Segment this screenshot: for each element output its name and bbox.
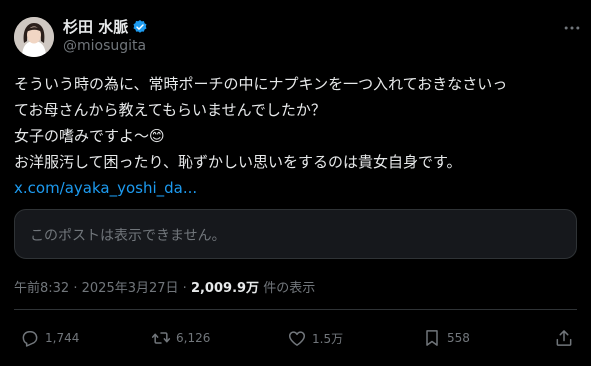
more-options-button[interactable]	[560, 18, 584, 38]
share-button[interactable]	[554, 328, 574, 348]
divider	[14, 309, 577, 310]
more-dots-icon	[564, 26, 580, 30]
quoted-post-card[interactable]: このポストは表示できません。	[14, 209, 577, 259]
author-display-name-row[interactable]: 杉田 水脈	[63, 16, 148, 37]
tweet-line: 女子の嗜みですよ〜😊	[14, 127, 165, 145]
tweet-line: お洋服汚して困ったり、恥ずかしい思いをするのは貴女自身です。	[14, 153, 462, 171]
repost-count: 6,126	[176, 331, 211, 345]
like-count: 1.5万	[312, 331, 344, 346]
repost-icon	[151, 332, 171, 344]
bookmark-button[interactable]: 558	[422, 328, 470, 348]
tweet-meta: 午前8:32 · 2025年3月27日 · 2,009.9万 件の表示	[14, 277, 315, 296]
author-display-name[interactable]: 杉田 水脈	[63, 16, 128, 37]
tweet-link[interactable]: x.com/ayaka_yoshi_da...	[14, 179, 197, 197]
reply-button[interactable]: 1,744	[20, 328, 79, 348]
avatar[interactable]	[14, 17, 54, 57]
avatar-image	[14, 17, 54, 57]
tweet-line: てお母さんから教えてもらいませんでしたか？	[14, 101, 326, 119]
heart-icon	[288, 331, 306, 346]
share-icon	[556, 330, 572, 346]
tweet-time[interactable]: 午前8:32	[14, 281, 69, 296]
views-label: 件の表示	[263, 281, 316, 296]
tweet-date[interactable]: 2025年3月27日	[82, 281, 179, 296]
reply-count: 1,744	[45, 331, 80, 345]
verified-badge-icon	[133, 19, 147, 33]
tweet-line: そういう時の為に、常時ポーチの中にナプキンを一つ入れておきなさいっ	[14, 75, 508, 93]
views-count: 2,009.9万	[190, 281, 260, 296]
like-button[interactable]: 1.5万	[287, 328, 343, 348]
tweet-text: そういう時の為に、常時ポーチの中にナプキンを一つ入れておきなさいっ てお母さんか…	[14, 71, 586, 201]
repost-button[interactable]: 6,126	[151, 328, 210, 348]
quoted-post-unavailable-text: このポストは表示できません。	[30, 228, 226, 244]
bookmark-icon	[426, 330, 438, 346]
author-handle[interactable]: @miosugita	[63, 38, 146, 54]
bookmark-count: 558	[447, 331, 470, 345]
reply-icon	[22, 331, 38, 347]
